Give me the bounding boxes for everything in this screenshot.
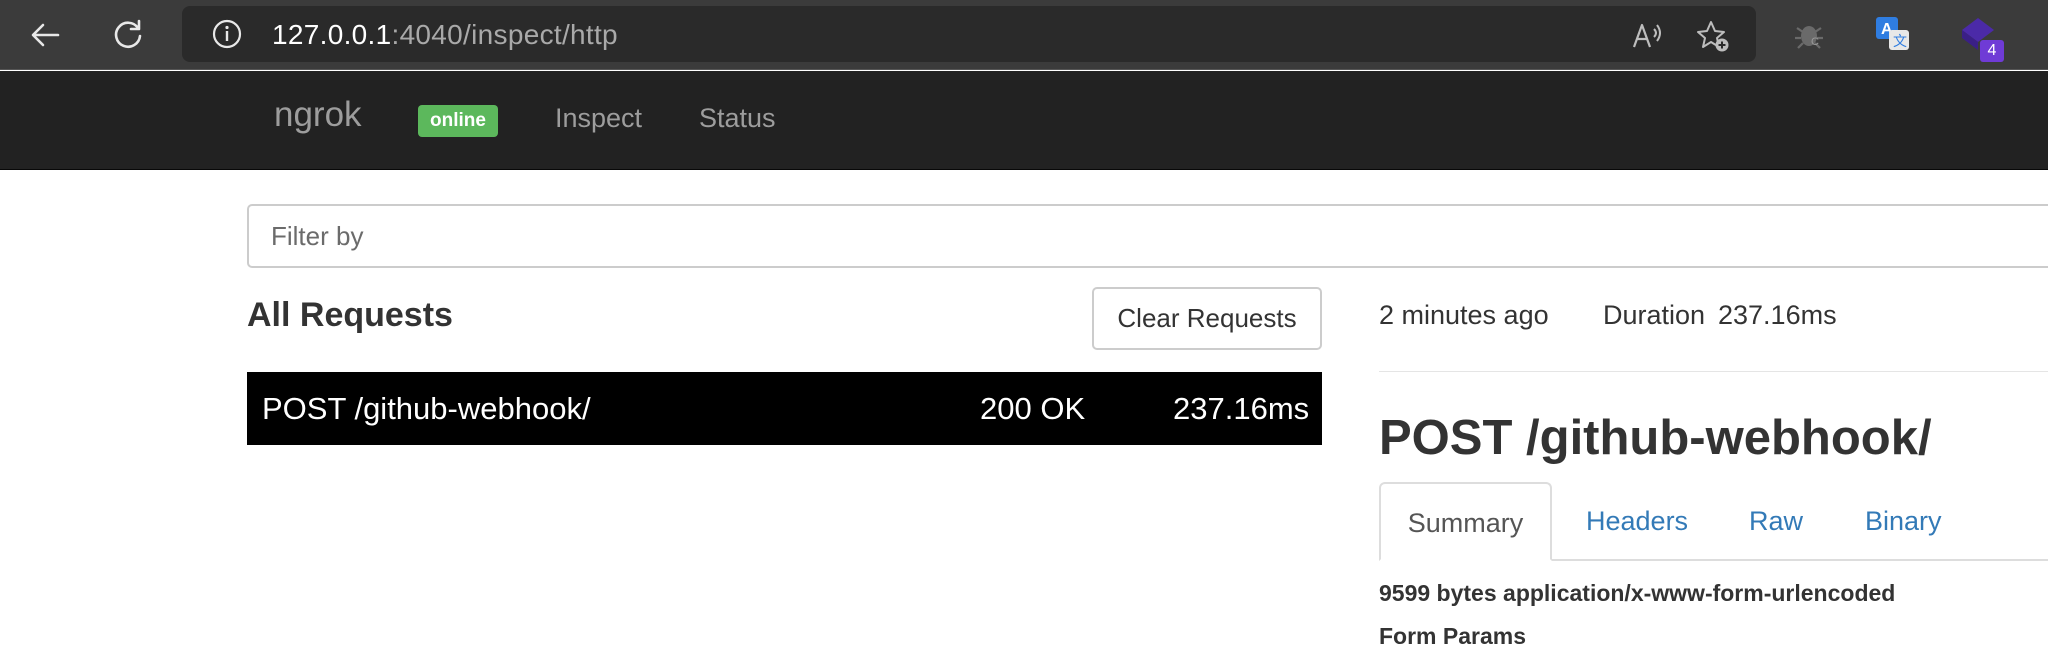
request-duration: 237.16ms bbox=[1173, 391, 1310, 426]
table-row[interactable]: POST /github-webhook/ 200 OK 237.16ms bbox=[247, 372, 1322, 445]
form-params-heading: Form Params bbox=[1379, 623, 1527, 649]
summary-line: 9599 bytes application/x-www-form-urlenc… bbox=[1379, 580, 1896, 606]
duration-label: Duration bbox=[1603, 300, 1706, 330]
url-path: :4040/inspect/http bbox=[391, 19, 618, 50]
request-status: 200 OK bbox=[980, 391, 1086, 426]
nav-inspect[interactable]: Inspect bbox=[555, 103, 642, 134]
nav-status[interactable]: Status bbox=[699, 103, 776, 134]
divider bbox=[1379, 371, 2048, 372]
brand-logo[interactable]: ngrok bbox=[274, 95, 362, 135]
duration-value: 237.16ms bbox=[1718, 300, 1837, 330]
svg-text:C: C bbox=[1811, 36, 1819, 48]
filter-input[interactable] bbox=[247, 204, 2048, 268]
tab-headers[interactable]: Headers bbox=[1586, 482, 1688, 561]
status-badge: online bbox=[418, 105, 498, 137]
request-time-ago: 2 minutes ago bbox=[1379, 300, 1549, 330]
clear-requests-button[interactable]: Clear Requests bbox=[1092, 287, 1322, 350]
favorite-add-icon[interactable] bbox=[1696, 19, 1730, 53]
bug-extension-icon[interactable]: C bbox=[1789, 14, 1829, 54]
translate-extension-icon[interactable]: A 文 bbox=[1873, 14, 1913, 54]
browser-toolbar: 127.0.0.1:4040/inspect/http C A 文 4 bbox=[0, 0, 2048, 70]
app-navbar: ngrok online Inspect Status bbox=[0, 71, 2048, 170]
address-bar[interactable]: 127.0.0.1:4040/inspect/http bbox=[182, 6, 1756, 62]
requests-heading: All Requests bbox=[247, 296, 453, 334]
reload-icon[interactable] bbox=[105, 12, 151, 58]
tab-summary[interactable]: Summary bbox=[1379, 482, 1552, 561]
back-arrow-icon[interactable] bbox=[22, 12, 68, 58]
info-icon[interactable] bbox=[212, 19, 242, 49]
request-title: POST /github-webhook/ bbox=[1379, 411, 1932, 465]
url-text: 127.0.0.1:4040/inspect/http bbox=[272, 19, 618, 51]
request-method-path: POST /github-webhook/ bbox=[262, 391, 591, 426]
tab-raw[interactable]: Raw bbox=[1749, 482, 1803, 561]
tab-binary[interactable]: Binary bbox=[1865, 482, 1942, 561]
url-host: 127.0.0.1 bbox=[272, 19, 392, 50]
read-aloud-icon[interactable] bbox=[1630, 19, 1664, 53]
extension-badge: 4 bbox=[1980, 40, 2004, 62]
svg-text:文: 文 bbox=[1893, 34, 1907, 50]
